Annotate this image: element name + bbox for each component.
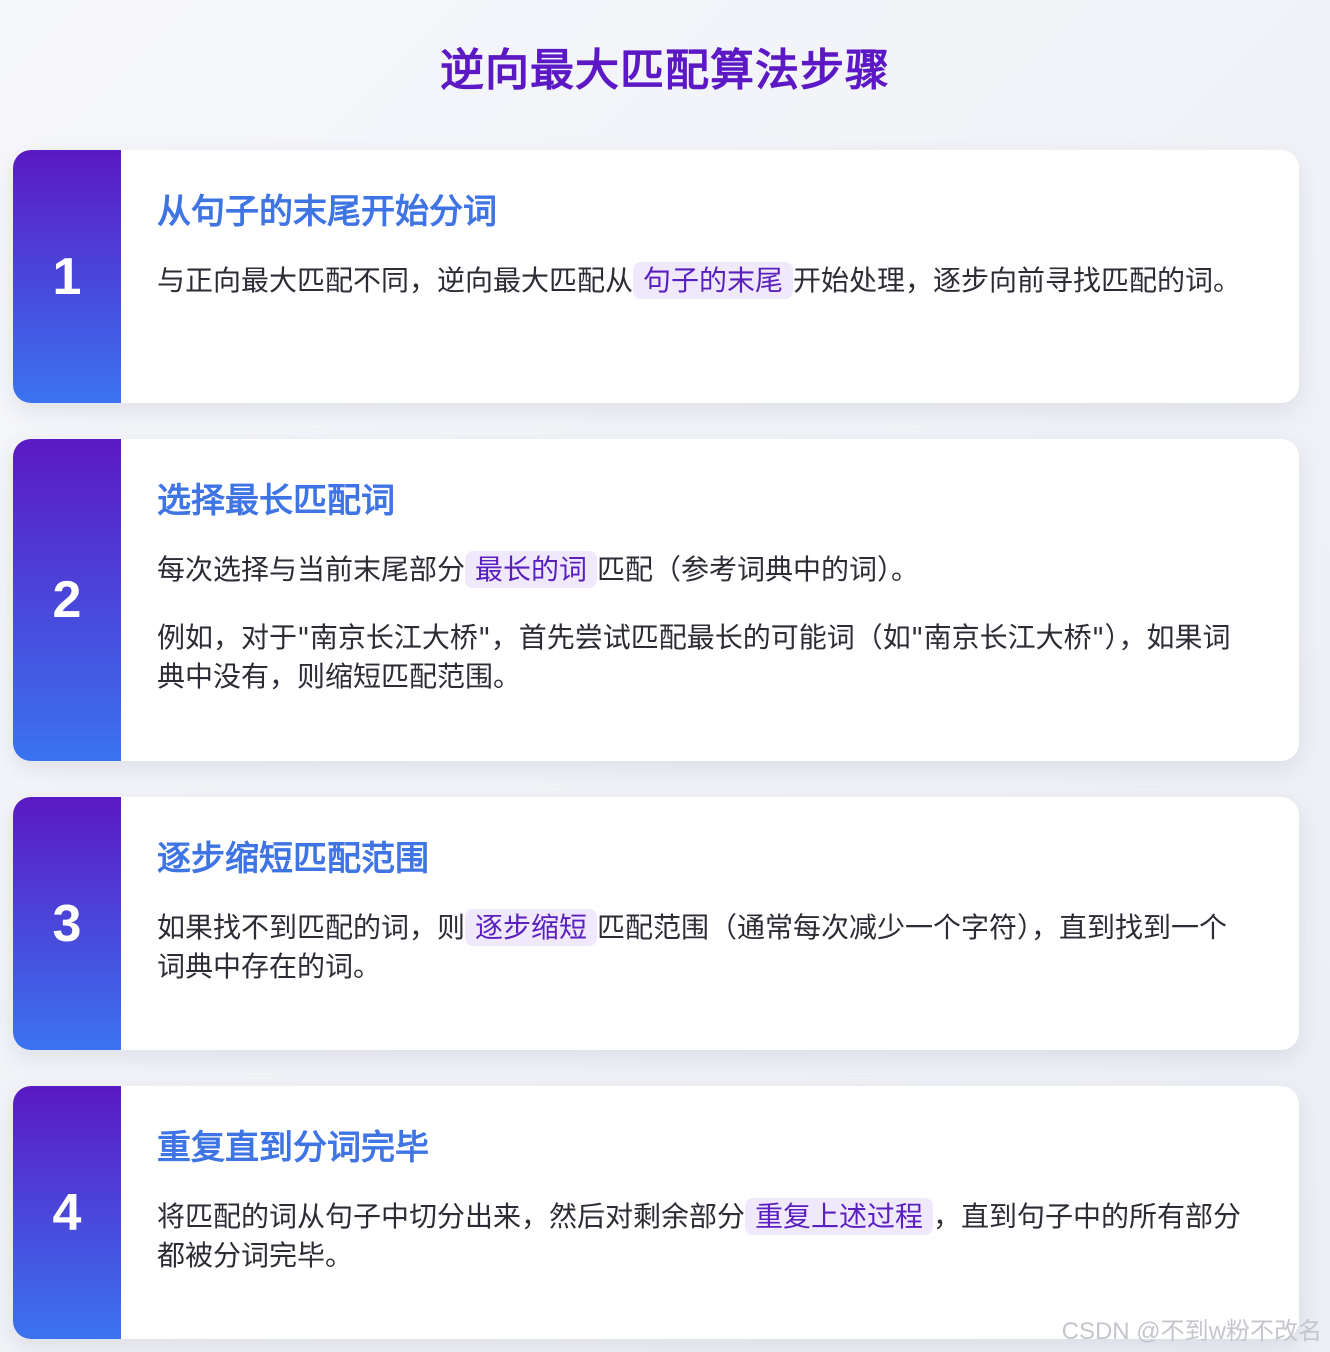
- description-text: 如果找不到匹配的词，则: [157, 911, 466, 944]
- step-heading: 从句子的末尾开始分词: [157, 192, 497, 232]
- description-text: 开始处理，逐步向前寻找匹配的词。: [793, 264, 1242, 297]
- step-card-2: 2 选择最长匹配词 每次选择与当前末尾部分 最长的词 匹配（参考词典中的词）。 例如…: [13, 439, 1299, 761]
- step-card-3: 3 逐步缩短匹配范围 如果找不到匹配的词，则 逐步缩短 匹配范围（通常每次减少一个字…: [13, 797, 1299, 1050]
- step-content: 从句子的末尾开始分词 与正向最大匹配不同，逆向最大匹配从 句子的末尾 开始处理，逐步…: [157, 150, 1251, 300]
- step-heading: 选择最长匹配词: [157, 481, 395, 521]
- step-description: 与正向最大匹配不同，逆向最大匹配从 句子的末尾 开始处理，逐步向前寻找匹配的词。: [157, 261, 1251, 300]
- step-description: 每次选择与当前末尾部分 最长的词 匹配（参考词典中的词）。: [157, 550, 1251, 589]
- step-number-badge: 2: [13, 439, 121, 761]
- step-number-badge: 3: [13, 797, 121, 1050]
- step-heading: 逐步缩短匹配范围: [157, 839, 429, 879]
- description-text: 匹配（参考词典中的词）。: [597, 553, 920, 586]
- description-text: 将匹配的词从句子中切分出来，然后对剩余部分: [157, 1200, 746, 1233]
- step-card-1: 1 从句子的末尾开始分词 与正向最大匹配不同，逆向最大匹配从 句子的末尾 开始处理，…: [13, 150, 1299, 403]
- description-text: 每次选择与当前末尾部分: [157, 553, 466, 586]
- step-number-badge: 1: [13, 150, 121, 403]
- step-description: 如果找不到匹配的词，则 逐步缩短 匹配范围（通常每次减少一个字符），直到找到一个词典…: [157, 908, 1251, 986]
- page-title: 逆向最大匹配算法步骤: [440, 45, 890, 96]
- step-content: 选择最长匹配词 每次选择与当前末尾部分 最长的词 匹配（参考词典中的词）。 例如，对…: [157, 439, 1251, 696]
- step-heading: 重复直到分词完毕: [157, 1128, 429, 1168]
- step-example: 例如，对于"南京长江大桥"，首先尝试匹配最长的可能词（如"南京长江大桥"），如果…: [157, 621, 1231, 693]
- watermark: CSDN @不到w粉不改名: [1061, 1318, 1322, 1345]
- description-text: 与正向最大匹配不同，逆向最大匹配从: [157, 264, 634, 297]
- highlight-keyword: 最长的词: [465, 551, 598, 588]
- step-number-badge: 4: [13, 1086, 121, 1339]
- step-card-4: 4 重复直到分词完毕 将匹配的词从句子中切分出来，然后对剩余部分 重复上述过程 ，直…: [13, 1086, 1299, 1339]
- step-description: 将匹配的词从句子中切分出来，然后对剩余部分 重复上述过程 ，直到句子中的所有部分都被…: [157, 1197, 1251, 1275]
- highlight-keyword: 重复上述过程: [745, 1198, 934, 1235]
- highlight-keyword: 句子的末尾: [633, 262, 794, 299]
- step-content: 逐步缩短匹配范围 如果找不到匹配的词，则 逐步缩短 匹配范围（通常每次减少一个字符）…: [157, 797, 1251, 986]
- step-content: 重复直到分词完毕 将匹配的词从句子中切分出来，然后对剩余部分 重复上述过程 ，直到句…: [157, 1086, 1251, 1275]
- highlight-keyword: 逐步缩短: [465, 909, 598, 946]
